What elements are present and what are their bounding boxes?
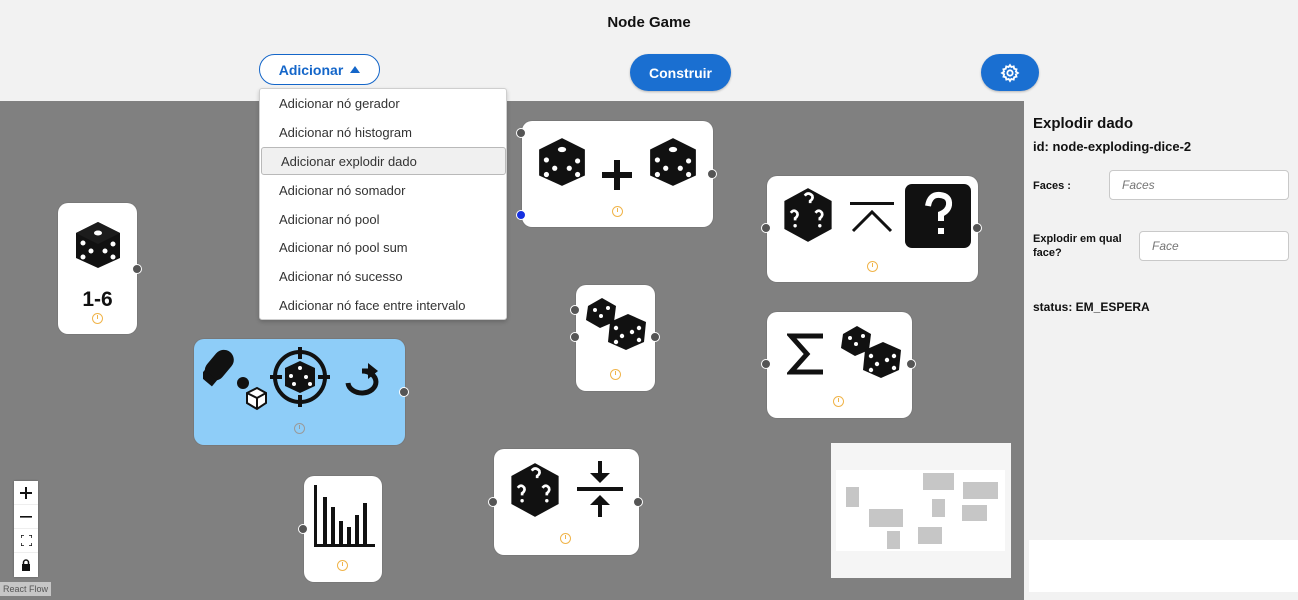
fit-view-button[interactable] — [14, 529, 38, 553]
menu-item-add-pool[interactable]: Adicionar nó pool — [260, 206, 506, 234]
plus-icon — [20, 486, 32, 499]
minimap-node — [918, 527, 942, 544]
output-handle[interactable] — [650, 332, 660, 342]
interval-icon — [577, 461, 623, 517]
input-handle[interactable] — [570, 305, 580, 315]
mystery-die-icon — [784, 188, 832, 242]
minimap-node — [932, 499, 945, 517]
node-details-panel: Explodir dado id: node-exploding-dice-2 … — [1024, 101, 1298, 600]
menu-item-add-histogram[interactable]: Adicionar nó histogram — [260, 119, 506, 147]
caret-up-icon — [850, 202, 894, 233]
die-icon — [650, 138, 696, 186]
clock-icon — [867, 261, 878, 272]
react-flow-attribution[interactable]: React Flow — [0, 582, 52, 596]
add-node-button[interactable]: Adicionar — [259, 54, 380, 85]
input-handle[interactable] — [516, 128, 526, 138]
bar-chart-icon — [314, 485, 375, 547]
minus-icon — [20, 515, 32, 518]
input-handle[interactable] — [570, 332, 580, 342]
generator-node[interactable]: 1-6 — [58, 203, 142, 334]
exploding-dice-node[interactable] — [761, 176, 982, 282]
add-node-menu: Adicionar nó gerador Adicionar nó histog… — [259, 88, 507, 320]
sigma-icon — [787, 333, 823, 375]
panel-footer-area — [1029, 540, 1298, 592]
question-mark-icon — [905, 184, 971, 248]
sum-dice-node[interactable] — [516, 121, 717, 227]
explode-face-input[interactable] — [1139, 231, 1289, 261]
output-handle[interactable] — [132, 264, 142, 274]
app-title: Node Game — [607, 14, 691, 31]
gear-icon — [1000, 62, 1020, 83]
input-handle[interactable] — [298, 524, 308, 534]
target-die-icon — [270, 347, 330, 407]
success-node[interactable] — [194, 339, 409, 445]
face-interval-node[interactable] — [488, 449, 643, 555]
faces-label: Faces : — [1033, 180, 1071, 192]
status-text: status: EM_ESPERA — [1033, 300, 1150, 314]
input-handle[interactable] — [488, 497, 498, 507]
minimap-node — [846, 487, 859, 507]
die-icon — [539, 138, 585, 186]
minimap-node — [887, 531, 900, 549]
explode-face-label-line1: Explodir em qual — [1033, 233, 1122, 245]
pool-sum-node[interactable] — [761, 312, 916, 418]
output-handle[interactable] — [906, 359, 916, 369]
panel-title: Explodir dado — [1033, 115, 1134, 132]
minimap-node — [923, 473, 954, 490]
explode-face-label: Explodir em qual face? — [1033, 232, 1122, 260]
menu-item-add-pool-sum[interactable]: Adicionar nó pool sum — [260, 234, 506, 262]
minimap[interactable] — [831, 443, 1011, 578]
clock-icon — [612, 206, 623, 217]
clock-icon — [833, 396, 844, 407]
menu-item-add-sum[interactable]: Adicionar nó somador — [260, 177, 506, 205]
zoom-in-button[interactable] — [14, 481, 38, 505]
caret-up-icon — [350, 66, 361, 73]
minimap-node — [963, 482, 998, 499]
cannon-icon — [203, 349, 267, 411]
menu-item-add-generator[interactable]: Adicionar nó gerador — [260, 90, 506, 118]
clock-icon — [610, 369, 621, 380]
clock-icon — [560, 533, 571, 544]
lock-icon — [22, 559, 30, 571]
mystery-die-icon — [511, 463, 559, 517]
two-dice-icon — [586, 298, 646, 350]
input-handle[interactable] — [761, 223, 771, 233]
pool-node[interactable] — [570, 285, 660, 391]
output-handle[interactable] — [633, 497, 643, 507]
histogram-node[interactable] — [298, 476, 382, 582]
explode-face-label-line2: face? — [1033, 247, 1062, 259]
settings-button[interactable] — [981, 54, 1039, 91]
zoom-out-button[interactable] — [14, 505, 38, 529]
input-handle-active[interactable] — [516, 210, 526, 220]
plus-icon — [602, 160, 632, 190]
clock-icon — [294, 423, 305, 434]
minimap-node — [962, 505, 987, 521]
node-id: id: node-exploding-dice-2 — [1033, 139, 1192, 154]
menu-item-add-face-interval[interactable]: Adicionar nó face entre intervalo — [260, 292, 506, 320]
lock-button[interactable] — [14, 553, 38, 577]
minimap-node — [869, 509, 903, 527]
generator-range-label: 1-6 — [82, 288, 113, 311]
two-dice-icon — [841, 326, 901, 378]
add-button-label: Adicionar — [278, 61, 344, 78]
menu-item-add-success[interactable]: Adicionar nó sucesso — [260, 263, 506, 291]
clock-icon — [92, 313, 103, 324]
output-handle[interactable] — [399, 387, 409, 397]
input-handle[interactable] — [761, 359, 771, 369]
faces-input[interactable] — [1109, 170, 1289, 200]
die-icon — [76, 222, 120, 268]
output-handle[interactable] — [707, 169, 717, 179]
flow-controls — [14, 481, 38, 577]
menu-item-add-exploding-dice[interactable]: Adicionar explodir dado — [261, 147, 506, 175]
clock-icon — [337, 560, 348, 571]
reroll-icon — [345, 363, 379, 396]
build-button[interactable]: Construir — [630, 54, 731, 91]
fit-view-icon — [20, 535, 32, 546]
output-handle[interactable] — [972, 223, 982, 233]
